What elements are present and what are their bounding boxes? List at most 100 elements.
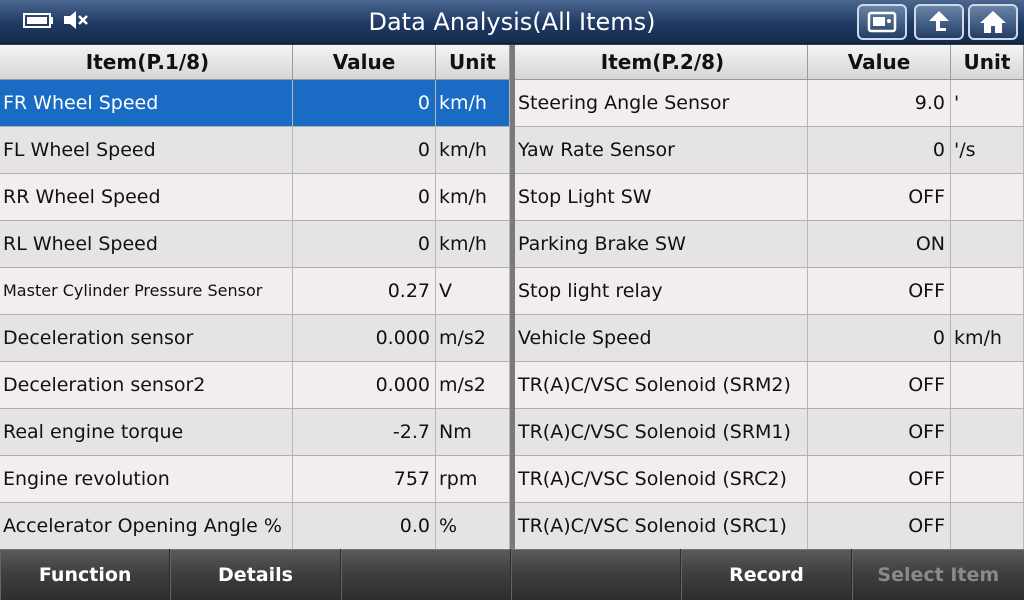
- item-name: RL Wheel Speed: [0, 221, 293, 267]
- item-value: OFF: [808, 409, 951, 455]
- table-row[interactable]: RR Wheel Speed 0 km/h: [0, 174, 510, 221]
- home-button[interactable]: [968, 4, 1018, 40]
- back-button[interactable]: [914, 4, 964, 40]
- item-column-header: Item(P.2/8): [515, 45, 808, 80]
- item-name: Stop light relay: [515, 268, 808, 314]
- unit-column-header: Unit: [436, 45, 510, 80]
- table-row[interactable]: FR Wheel Speed 0 km/h: [0, 80, 510, 127]
- item-unit: '/s: [951, 127, 1024, 173]
- item-unit: km/h: [951, 315, 1024, 361]
- table-header: Item(P.1/8) Value Unit: [0, 45, 510, 80]
- table-row[interactable]: Steering Angle Sensor 9.0 ': [515, 80, 1024, 127]
- title-bar: Data Analysis(All Items): [0, 0, 1024, 44]
- data-table-page-2: Item(P.2/8) Value Unit Steering Angle Se…: [515, 45, 1024, 550]
- record-button[interactable]: Record: [681, 549, 851, 600]
- table-row[interactable]: Real engine torque -2.7 Nm: [0, 409, 510, 456]
- data-table-page-1: Item(P.1/8) Value Unit FR Wheel Speed 0 …: [0, 45, 510, 550]
- item-name: Real engine torque: [0, 409, 293, 455]
- item-value: 0.000: [293, 362, 436, 408]
- item-value: 0: [293, 221, 436, 267]
- item-name: TR(A)C/VSC Solenoid (SRM1): [515, 409, 808, 455]
- screenshot-button[interactable]: [857, 4, 907, 40]
- table-row[interactable]: Stop light relay OFF: [515, 268, 1024, 315]
- item-value: 9.0: [808, 80, 951, 126]
- details-button[interactable]: Details: [170, 549, 340, 600]
- item-value: OFF: [808, 362, 951, 408]
- item-value: 0: [808, 315, 951, 361]
- item-name: TR(A)C/VSC Solenoid (SRC2): [515, 456, 808, 502]
- table-row[interactable]: TR(A)C/VSC Solenoid (SRM2) OFF: [515, 362, 1024, 409]
- table-row[interactable]: TR(A)C/VSC Solenoid (SRC1) OFF: [515, 503, 1024, 550]
- value-column-header: Value: [808, 45, 951, 80]
- item-name: RR Wheel Speed: [0, 174, 293, 220]
- item-unit: km/h: [436, 127, 510, 173]
- item-unit: [951, 174, 1024, 220]
- item-unit: [951, 503, 1024, 549]
- table-row[interactable]: Accelerator Opening Angle % 0.0 %: [0, 503, 510, 550]
- table-row[interactable]: Parking Brake SW ON: [515, 221, 1024, 268]
- item-name: Parking Brake SW: [515, 221, 808, 267]
- item-name: Yaw Rate Sensor: [515, 127, 808, 173]
- function-button[interactable]: Function: [0, 549, 170, 600]
- item-name: Deceleration sensor2: [0, 362, 293, 408]
- value-column-header: Value: [293, 45, 436, 80]
- item-unit: [951, 362, 1024, 408]
- item-unit: m/s2: [436, 315, 510, 361]
- item-name: Deceleration sensor: [0, 315, 293, 361]
- table-row[interactable]: TR(A)C/VSC Solenoid (SRC2) OFF: [515, 456, 1024, 503]
- item-unit: V: [436, 268, 510, 314]
- item-name: FR Wheel Speed: [0, 80, 293, 126]
- item-name: TR(A)C/VSC Solenoid (SRC1): [515, 503, 808, 549]
- item-unit: m/s2: [436, 362, 510, 408]
- table-row[interactable]: RL Wheel Speed 0 km/h: [0, 221, 510, 268]
- item-value: 0.000: [293, 315, 436, 361]
- table-row[interactable]: Deceleration sensor 0.000 m/s2: [0, 315, 510, 362]
- item-name: Master Cylinder Pressure Sensor: [0, 268, 293, 314]
- table-row[interactable]: Stop Light SW OFF: [515, 174, 1024, 221]
- item-name: Accelerator Opening Angle %: [0, 503, 293, 549]
- screenshot-icon: [867, 11, 897, 33]
- item-value: 0: [293, 174, 436, 220]
- item-name: Steering Angle Sensor: [515, 80, 808, 126]
- select-item-button[interactable]: Select Item: [851, 549, 1024, 600]
- item-column-header: Item(P.1/8): [0, 45, 293, 80]
- item-name: Vehicle Speed: [515, 315, 808, 361]
- item-unit: km/h: [436, 221, 510, 267]
- item-value: 0: [293, 80, 436, 126]
- item-value: 0.0: [293, 503, 436, 549]
- item-unit: ': [951, 80, 1024, 126]
- item-value: -2.7: [293, 409, 436, 455]
- table-row[interactable]: Engine revolution 757 rpm: [0, 456, 510, 503]
- item-name: FL Wheel Speed: [0, 127, 293, 173]
- table-row[interactable]: Master Cylinder Pressure Sensor 0.27 V: [0, 268, 510, 315]
- item-value: OFF: [808, 503, 951, 549]
- item-unit: [951, 456, 1024, 502]
- item-name: Engine revolution: [0, 456, 293, 502]
- item-value: 0: [808, 127, 951, 173]
- item-value: 0.27: [293, 268, 436, 314]
- back-icon: [929, 11, 949, 31]
- item-unit: [951, 268, 1024, 314]
- empty-button-1[interactable]: [340, 549, 510, 600]
- table-row[interactable]: Vehicle Speed 0 km/h: [515, 315, 1024, 362]
- table-row[interactable]: FL Wheel Speed 0 km/h: [0, 127, 510, 174]
- item-unit: km/h: [436, 80, 510, 126]
- item-unit: km/h: [436, 174, 510, 220]
- item-value: OFF: [808, 456, 951, 502]
- item-value: 757: [293, 456, 436, 502]
- table-header: Item(P.2/8) Value Unit: [515, 45, 1024, 80]
- item-value: 0: [293, 127, 436, 173]
- table-row[interactable]: TR(A)C/VSC Solenoid (SRM1) OFF: [515, 409, 1024, 456]
- empty-button-2[interactable]: [510, 549, 681, 600]
- unit-column-header: Unit: [951, 45, 1024, 80]
- bottom-toolbar: Function Details Record Select Item: [0, 549, 1024, 600]
- item-unit: %: [436, 503, 510, 549]
- item-value: ON: [808, 221, 951, 267]
- item-name: TR(A)C/VSC Solenoid (SRM2): [515, 362, 808, 408]
- item-unit: Nm: [436, 409, 510, 455]
- item-unit: [951, 221, 1024, 267]
- table-row[interactable]: Yaw Rate Sensor 0 '/s: [515, 127, 1024, 174]
- item-unit: rpm: [436, 456, 510, 502]
- item-name: Stop Light SW: [515, 174, 808, 220]
- table-row[interactable]: Deceleration sensor2 0.000 m/s2: [0, 362, 510, 409]
